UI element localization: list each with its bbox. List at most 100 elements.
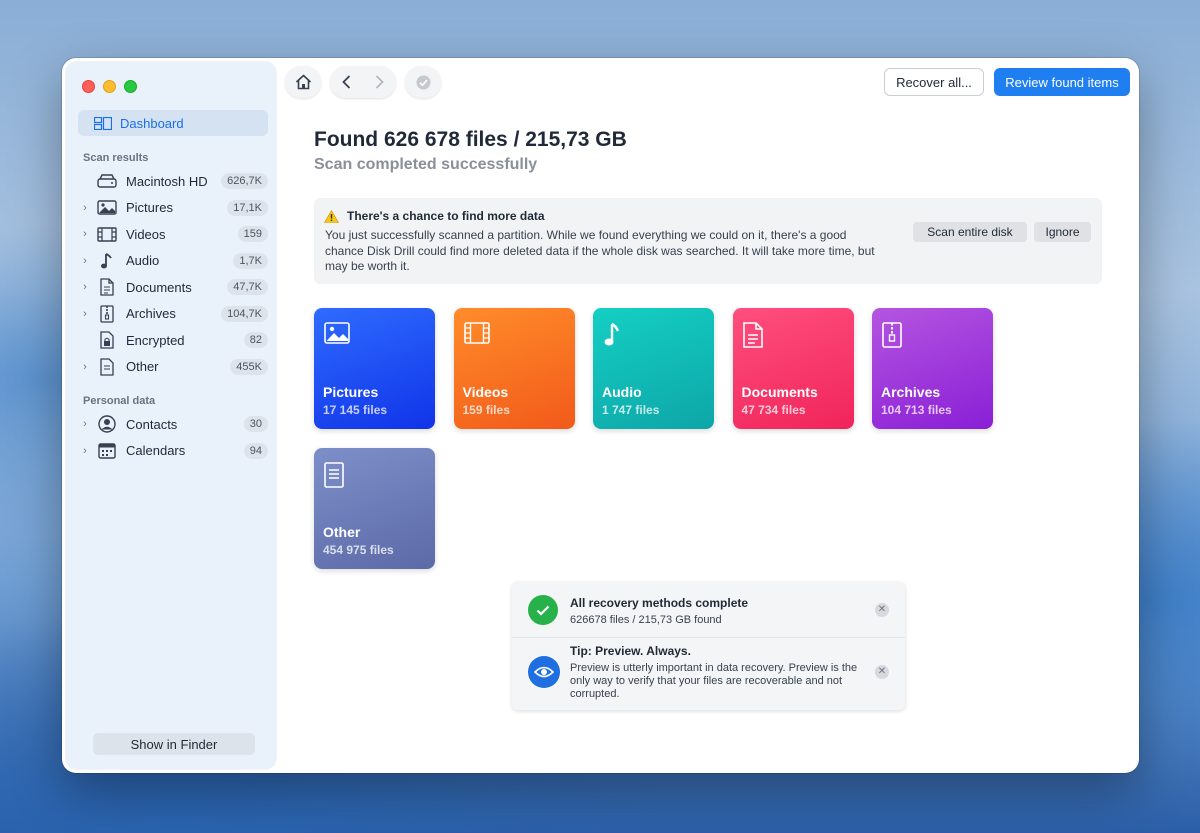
chevron-right-icon[interactable]: › xyxy=(78,418,92,430)
sidebar-item-label: Audio xyxy=(126,253,160,268)
sidebar-item-label: Macintosh HD xyxy=(126,173,208,189)
file-icon xyxy=(96,357,118,376)
navigation-buttons xyxy=(330,66,396,98)
section-label-scan-results: Scan results xyxy=(83,152,149,164)
category-name: Other xyxy=(323,524,361,540)
archive-icon xyxy=(882,322,908,348)
category-count: 47 734 files xyxy=(741,403,806,417)
home-icon xyxy=(295,74,311,90)
close-notification-button[interactable]: ✕ xyxy=(875,603,889,617)
review-found-items-button[interactable]: Review found items xyxy=(994,68,1130,96)
minimize-window-button[interactable] xyxy=(103,80,116,93)
music-note-icon xyxy=(96,252,118,270)
sidebar-item-label: Pictures xyxy=(126,200,173,215)
chevron-right-icon[interactable]: › xyxy=(78,445,92,457)
check-circle-icon xyxy=(416,75,430,89)
count-badge: 17,1K xyxy=(227,199,268,216)
chevron-right-icon[interactable]: › xyxy=(78,228,92,240)
sidebar-item-documents[interactable]: › Documents 47,7K xyxy=(78,275,268,299)
category-count: 159 files xyxy=(462,403,510,417)
sidebar-item-label: Encrypted xyxy=(126,332,185,348)
category-card-other[interactable]: Other 454 975 files xyxy=(314,448,435,569)
count-badge: 47,7K xyxy=(227,279,268,295)
count-badge: 82 xyxy=(243,332,268,348)
zoom-window-button[interactable] xyxy=(124,80,137,93)
sidebar-item-audio[interactable]: › Audio 1,7K xyxy=(78,249,268,273)
notification-title: Tip: Preview. Always. xyxy=(570,644,691,658)
chevron-right-icon[interactable]: › xyxy=(78,255,92,267)
category-card-documents[interactable]: Documents 47 734 files xyxy=(732,308,854,429)
sidebar-item-label: Contacts xyxy=(126,416,178,432)
category-name: Archives xyxy=(881,384,941,400)
film-icon xyxy=(463,322,490,348)
close-window-button[interactable] xyxy=(82,80,95,93)
contact-icon xyxy=(96,415,118,433)
sidebar-item-label: Videos xyxy=(126,226,166,242)
file-icon xyxy=(324,462,350,488)
sidebar-item-videos[interactable]: › Videos 159 xyxy=(78,222,268,246)
sidebar: Dashboard Scan results › Macintosh HD 626,… xyxy=(66,62,276,769)
sidebar-item-label: Dashboard xyxy=(120,115,184,131)
sidebar-item-dashboard[interactable]: Dashboard xyxy=(78,110,268,136)
sidebar-item-other[interactable]: › Other 455K xyxy=(78,355,268,379)
chevron-right-icon[interactable]: › xyxy=(78,361,92,373)
home-button[interactable] xyxy=(285,66,321,98)
hard-drive-icon xyxy=(96,172,118,190)
notification-text: 626678 files / 215,73 GB found xyxy=(570,614,722,626)
category-name: Documents xyxy=(741,384,818,400)
count-badge: 626,7K xyxy=(221,173,268,189)
notification-complete: All recovery methods complete 626678 fil… xyxy=(512,582,905,638)
sidebar-item-calendars[interactable]: › Calendars 94 xyxy=(78,439,268,463)
eye-icon xyxy=(528,656,560,688)
category-name: Videos xyxy=(462,384,509,400)
chevron-right-icon[interactable]: › xyxy=(78,202,92,214)
category-card-pictures[interactable]: Pictures 17 145 files xyxy=(314,308,435,429)
category-name: Audio xyxy=(602,384,642,400)
category-card-videos[interactable]: Videos 159 files xyxy=(453,308,575,429)
count-badge: 1,7K xyxy=(233,252,268,269)
notice-header: There's a chance to find more data xyxy=(324,209,545,223)
sidebar-item-contacts[interactable]: › Contacts 30 xyxy=(78,412,268,436)
window-controls xyxy=(82,80,137,93)
notice-body: You just successfully scanned a partitio… xyxy=(325,228,875,273)
sidebar-item-pictures[interactable]: › Pictures 17,1K xyxy=(78,196,268,220)
category-count: 454 975 files xyxy=(323,543,394,557)
chevron-left-icon xyxy=(342,75,351,89)
category-count: 104 713 files xyxy=(881,403,952,417)
sidebar-item-macintosh-hd[interactable]: ›Macintosh HD626,7K xyxy=(78,169,268,193)
sidebar-item-archives[interactable]: › Archives 104,7K xyxy=(78,302,268,326)
calendar-icon xyxy=(96,442,118,460)
recover-all-button[interactable]: Recover all... xyxy=(884,68,984,96)
app-window: Dashboard Scan results › Macintosh HD 626,… xyxy=(62,58,1139,773)
notification-tip: Tip: Preview. Always. Preview is utterly… xyxy=(512,638,905,710)
picture-icon xyxy=(324,322,350,348)
category-count: 1 747 files xyxy=(602,403,660,417)
archive-icon xyxy=(96,304,118,323)
category-card-archives[interactable]: Archives 104 713 files xyxy=(872,308,993,429)
category-count: 17 145 files xyxy=(323,403,388,417)
scan-entire-disk-button[interactable]: Scan entire disk xyxy=(913,222,1027,242)
chevron-right-icon[interactable]: › xyxy=(78,281,92,293)
chevron-right-icon[interactable]: › xyxy=(78,308,92,320)
dashboard-icon xyxy=(94,116,112,130)
sidebar-item-label: Calendars xyxy=(126,443,186,458)
count-badge: 455K xyxy=(230,358,268,375)
notification-text: Preview is utterly important in data rec… xyxy=(570,662,858,700)
count-badge: 94 xyxy=(243,442,268,459)
lock-document-icon xyxy=(96,331,118,349)
notification-title: All recovery methods complete xyxy=(570,596,749,610)
page-subtitle: Scan completed successfully xyxy=(314,156,538,173)
music-note-icon xyxy=(603,322,629,348)
chevron-right-icon xyxy=(375,75,384,89)
forward-button[interactable] xyxy=(363,75,396,89)
check-circle-icon xyxy=(528,595,558,625)
sidebar-item-label: Other xyxy=(126,359,159,374)
checkmark-button[interactable] xyxy=(405,66,441,98)
close-notification-button[interactable]: ✕ xyxy=(875,665,889,679)
show-in-finder-button[interactable]: Show in Finder xyxy=(93,733,255,755)
sidebar-item-encrypted[interactable]: ›Encrypted82 xyxy=(78,328,268,352)
count-badge: 30 xyxy=(243,416,268,432)
back-button[interactable] xyxy=(330,75,363,89)
category-card-audio[interactable]: Audio 1 747 files xyxy=(593,308,714,429)
ignore-button[interactable]: Ignore xyxy=(1034,222,1091,242)
